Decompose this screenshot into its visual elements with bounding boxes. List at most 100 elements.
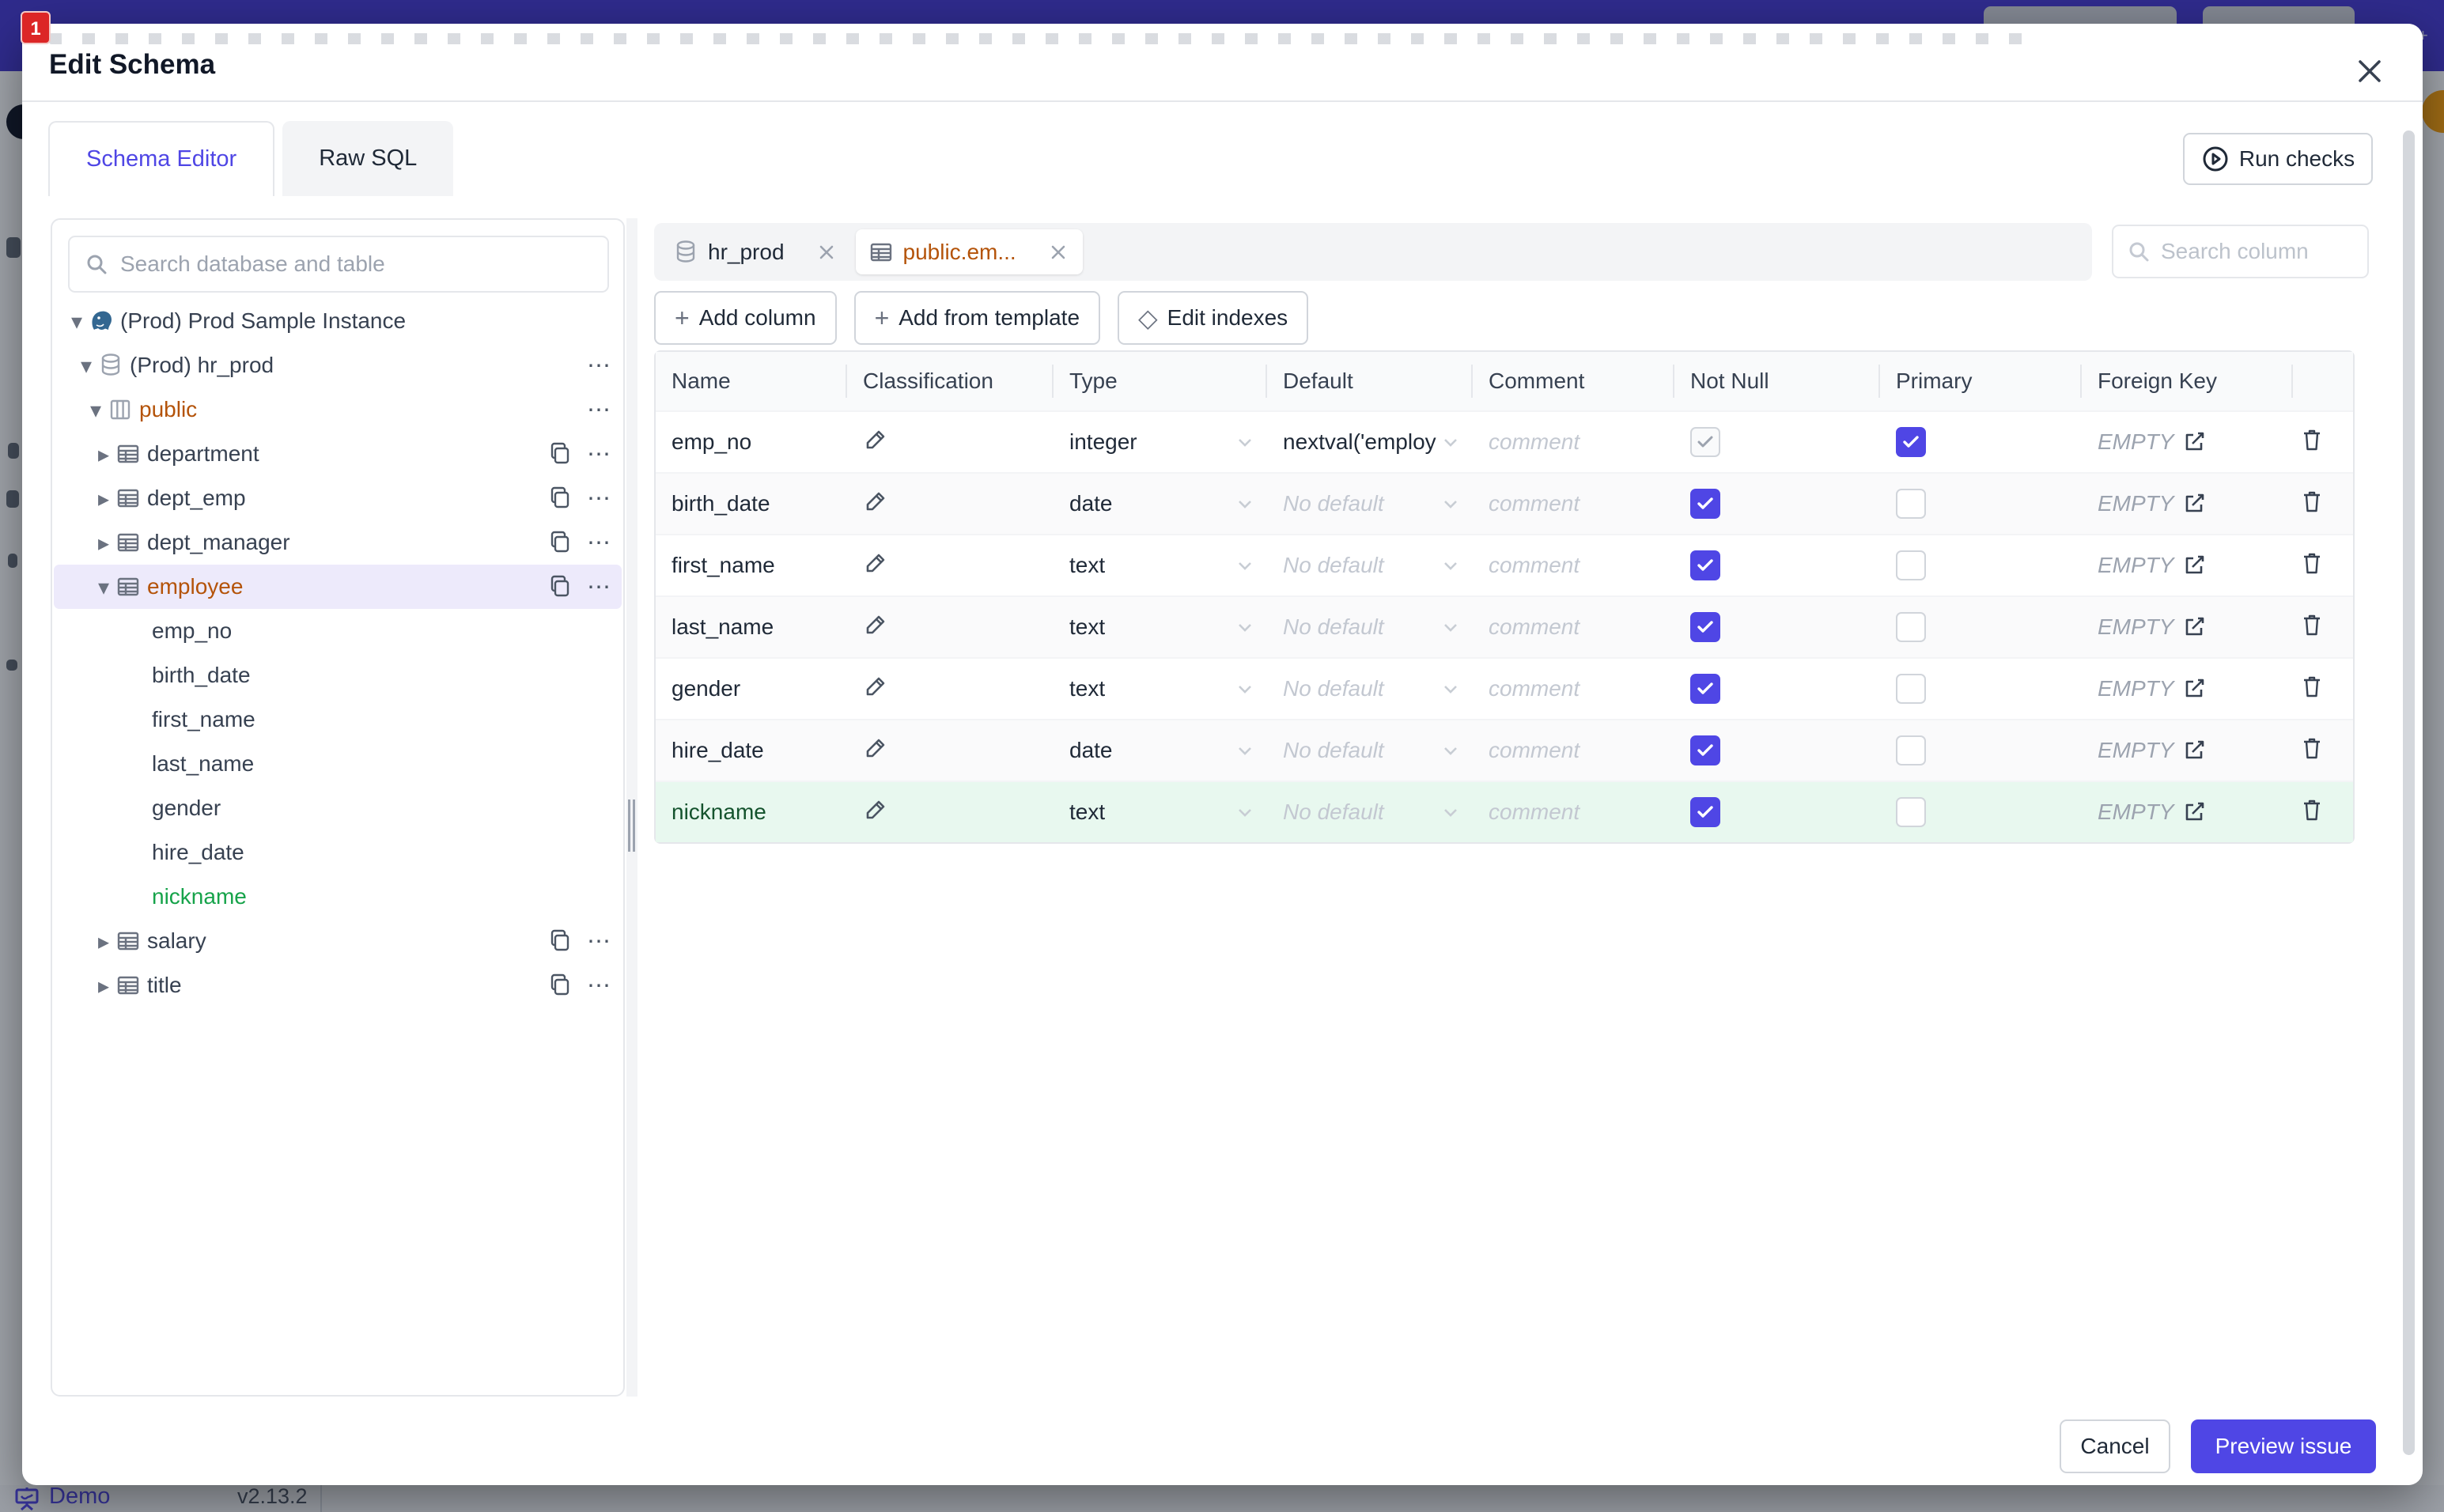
copy-table-icon[interactable] <box>543 574 577 599</box>
type-cell[interactable]: text <box>1054 595 1267 657</box>
primary-checkbox[interactable] <box>1896 797 1926 827</box>
tree-item[interactable]: ▸ dept_manager ⋯ <box>54 520 622 565</box>
delete-row-icon[interactable] <box>2299 611 2325 638</box>
copy-table-icon[interactable] <box>543 928 577 954</box>
type-cell[interactable]: text <box>1054 657 1267 719</box>
edit-foreign-key-icon[interactable] <box>2181 429 2207 455</box>
close-chip-icon[interactable] <box>1046 240 1070 264</box>
column-search-input[interactable]: Search column <box>2112 225 2369 278</box>
column-name-cell[interactable]: nickname <box>656 781 847 842</box>
tab-schema-editor[interactable]: Schema Editor <box>48 121 275 196</box>
more-actions-icon[interactable]: ⋯ <box>577 928 622 955</box>
expand-arrow-icon[interactable]: ▸ <box>92 441 115 467</box>
default-cell[interactable]: nextval('employ <box>1267 410 1473 472</box>
comment-cell[interactable]: comment <box>1473 781 1674 842</box>
copy-table-icon[interactable] <box>543 486 577 511</box>
delete-row-icon[interactable] <box>2299 488 2325 515</box>
tree-item[interactable]: birth_date ⋯ <box>54 653 622 697</box>
not-null-checkbox[interactable] <box>1690 674 1720 704</box>
more-actions-icon[interactable]: ⋯ <box>577 440 622 468</box>
default-cell[interactable]: No default <box>1267 472 1473 534</box>
comment-cell[interactable]: comment <box>1473 595 1674 657</box>
not-null-checkbox[interactable] <box>1690 427 1720 457</box>
tree-item[interactable]: emp_no ⋯ <box>54 609 622 653</box>
preview-issue-button[interactable]: Preview issue <box>2191 1419 2376 1473</box>
tree-item[interactable]: gender ⋯ <box>54 786 622 830</box>
primary-checkbox[interactable] <box>1896 674 1926 704</box>
close-dialog-button[interactable] <box>2352 54 2387 89</box>
primary-checkbox[interactable] <box>1896 427 1926 457</box>
edit-classification-icon[interactable] <box>863 612 888 637</box>
column-name-cell[interactable]: emp_no <box>656 410 847 472</box>
tree-item[interactable]: ▸ title ⋯ <box>54 963 622 1007</box>
more-actions-icon[interactable]: ⋯ <box>577 352 622 380</box>
edit-classification-icon[interactable] <box>863 550 888 576</box>
more-actions-icon[interactable]: ⋯ <box>577 396 622 424</box>
tree-item[interactable]: last_name ⋯ <box>54 742 622 786</box>
default-cell[interactable]: No default <box>1267 534 1473 595</box>
expand-arrow-icon[interactable]: ▾ <box>84 397 108 423</box>
tree-item[interactable]: ▸ department ⋯ <box>54 432 622 476</box>
delete-row-icon[interactable] <box>2299 673 2325 700</box>
edit-foreign-key-icon[interactable] <box>2181 738 2207 763</box>
more-actions-icon[interactable]: ⋯ <box>577 972 622 1000</box>
not-null-checkbox[interactable] <box>1690 797 1720 827</box>
more-actions-icon[interactable]: ⋯ <box>577 529 622 557</box>
expand-arrow-icon[interactable]: ▸ <box>92 530 115 556</box>
action-button[interactable]: + Add from template <box>853 291 1101 345</box>
not-null-checkbox[interactable] <box>1690 612 1720 642</box>
cancel-button[interactable]: Cancel <box>2060 1419 2170 1473</box>
tree-item[interactable]: ▾ employee ⋯ <box>54 565 622 609</box>
comment-cell[interactable]: comment <box>1473 472 1674 534</box>
type-cell[interactable]: text <box>1054 534 1267 595</box>
edit-foreign-key-icon[interactable] <box>2181 553 2207 578</box>
delete-row-icon[interactable] <box>2299 796 2325 823</box>
delete-row-icon[interactable] <box>2299 550 2325 576</box>
type-cell[interactable]: text <box>1054 781 1267 842</box>
type-cell[interactable]: date <box>1054 472 1267 534</box>
action-button[interactable]: ◇ Edit indexes <box>1118 291 1309 345</box>
delete-row-icon[interactable] <box>2299 426 2325 453</box>
primary-checkbox[interactable] <box>1896 550 1926 580</box>
more-actions-icon[interactable]: ⋯ <box>577 573 622 601</box>
panel-resize-handle[interactable] <box>626 218 637 1397</box>
edit-classification-icon[interactable] <box>863 674 888 699</box>
default-cell[interactable]: No default <box>1267 781 1473 842</box>
type-cell[interactable]: date <box>1054 719 1267 781</box>
edit-classification-icon[interactable] <box>863 489 888 514</box>
column-name-cell[interactable]: last_name <box>656 595 847 657</box>
edit-foreign-key-icon[interactable] <box>2181 676 2207 701</box>
tree-search-input[interactable]: Search database and table <box>68 236 609 293</box>
column-name-cell[interactable]: birth_date <box>656 472 847 534</box>
edit-classification-icon[interactable] <box>863 797 888 822</box>
tree-item[interactable]: ▸ dept_emp ⋯ <box>54 476 622 520</box>
copy-table-icon[interactable] <box>543 441 577 467</box>
edit-foreign-key-icon[interactable] <box>2181 614 2207 640</box>
tree-item[interactable]: ▾ (Prod) Prod Sample Instance ⋯ <box>54 299 622 343</box>
edit-classification-icon[interactable] <box>863 427 888 452</box>
default-cell[interactable]: No default <box>1267 657 1473 719</box>
more-actions-icon[interactable]: ⋯ <box>577 485 622 512</box>
copy-table-icon[interactable] <box>543 973 577 998</box>
expand-arrow-icon[interactable]: ▸ <box>92 928 115 954</box>
comment-cell[interactable]: comment <box>1473 719 1674 781</box>
column-name-cell[interactable]: gender <box>656 657 847 719</box>
expand-arrow-icon[interactable]: ▾ <box>74 353 98 379</box>
not-null-checkbox[interactable] <box>1690 550 1720 580</box>
dialog-scrollbar[interactable] <box>2403 130 2415 1455</box>
not-null-checkbox[interactable] <box>1690 489 1720 519</box>
column-name-cell[interactable]: hire_date <box>656 719 847 781</box>
primary-checkbox[interactable] <box>1896 489 1926 519</box>
primary-checkbox[interactable] <box>1896 612 1926 642</box>
default-cell[interactable]: No default <box>1267 719 1473 781</box>
comment-cell[interactable]: comment <box>1473 534 1674 595</box>
tree-item[interactable]: ▾ (Prod) hr_prod ⋯ <box>54 343 622 387</box>
comment-cell[interactable]: comment <box>1473 410 1674 472</box>
edit-classification-icon[interactable] <box>863 735 888 761</box>
run-checks-button[interactable]: Run checks <box>2183 133 2373 185</box>
expand-arrow-icon[interactable]: ▾ <box>65 308 89 335</box>
expand-arrow-icon[interactable]: ▾ <box>92 574 115 600</box>
editor-tab-chip[interactable]: public.em... <box>855 229 1083 274</box>
type-cell[interactable]: integer <box>1054 410 1267 472</box>
delete-row-icon[interactable] <box>2299 735 2325 762</box>
